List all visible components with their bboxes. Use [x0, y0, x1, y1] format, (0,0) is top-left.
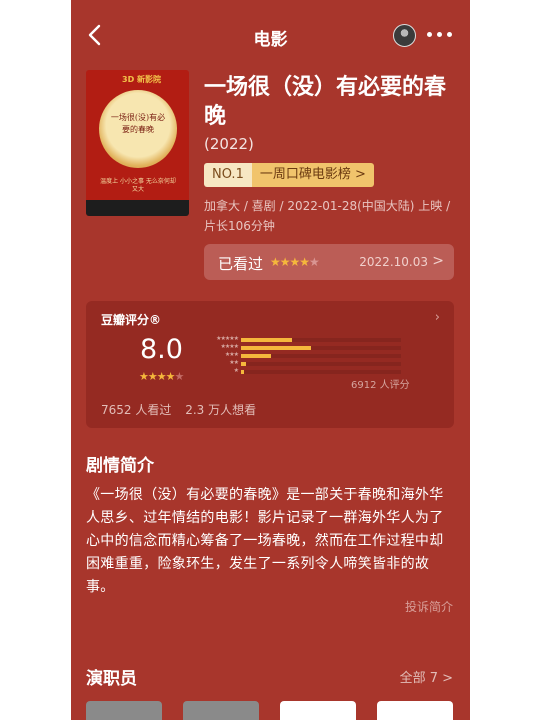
my-rating-stars: ★★★★★: [270, 255, 320, 269]
rank-number: NO.1: [204, 163, 252, 187]
app-screen: 电影 3D 新影院 一场很(没)有必要的春晚 温度上 小小之事 无么奈何却 又大…: [71, 0, 470, 720]
cast-all-link[interactable]: 全部 7 >: [400, 667, 453, 686]
watched-status-button[interactable]: 已看过 ★★★★★ 2022.10.03 >: [204, 244, 454, 280]
watched-label: 已看过: [218, 255, 264, 273]
movie-title: 一场很（没）有必要的春晚: [204, 75, 447, 129]
rating-label: 豆瓣评分®: [101, 313, 162, 327]
rating-bar-track: [241, 338, 401, 342]
rating-bar-stars: ★: [233, 367, 239, 374]
movie-year: (2022): [204, 135, 254, 153]
watch-stats: 7652 人看过 2.3 万人想看: [101, 401, 266, 418]
poster-logos: [86, 200, 189, 216]
navigation-bar: 电影: [71, 0, 470, 70]
rating-bar-fill: [241, 354, 272, 358]
rank-list-link: 一周口碑电影榜 >: [251, 163, 374, 187]
movie-meta: 加拿大 / 喜剧 / 2022-01-28(中国大陆) 上映 / 片长106分钟: [204, 199, 451, 233]
rating-distribution: ★★★★★ ★★★★ ★★★ ★★ ★: [202, 335, 422, 376]
watched-date: 2022.10.03: [359, 255, 428, 269]
watched-count: 7652 人看过: [101, 403, 172, 417]
rating-count: 6912 人评分: [351, 380, 410, 391]
movie-poster[interactable]: 3D 新影院 一场很(没)有必要的春晚 温度上 小小之事 无么奈何却 又大: [86, 70, 189, 216]
rating-bar-stars: ★★★★: [220, 343, 239, 350]
avatar[interactable]: [393, 24, 416, 47]
report-synopsis-link[interactable]: 投诉简介: [405, 598, 453, 615]
rating-bar-row: ★: [202, 367, 422, 376]
rank-badge[interactable]: NO.1 一周口碑电影榜 >: [204, 163, 374, 187]
rating-bar-stars: ★★★★★: [216, 335, 239, 342]
cast-photo[interactable]: [183, 701, 259, 720]
rating-bar-fill: [241, 346, 312, 350]
rating-bar-track: [241, 370, 401, 374]
rating-bar-fill: [241, 362, 246, 366]
poster-title: 一场很(没)有必要的春晚: [110, 113, 166, 134]
cast-heading: 演职员: [86, 669, 137, 689]
rating-score: 8.0: [140, 334, 183, 365]
chevron-right-icon: ›: [434, 310, 440, 325]
cast-photo[interactable]: [280, 701, 356, 720]
cast-photo[interactable]: [86, 701, 162, 720]
rating-stars: ★★★★★: [139, 370, 184, 383]
rating-card[interactable]: 豆瓣评分® › 8.0 ★★★★★ ★★★★★ ★★★★ ★★★ ★★ ★ 6912 人…: [86, 301, 454, 428]
chevron-right-icon: >: [432, 253, 444, 269]
synopsis-text: 《一场很（没）有必要的春晚》是一部关于春晚和海外华人思乡、过年情结的电影！影片记…: [86, 487, 444, 595]
cast-photo[interactable]: [377, 701, 453, 720]
rating-bar-stars: ★★★: [224, 351, 239, 358]
poster-tagline: 温度上 小小之事 无么奈何却 又大: [100, 178, 176, 193]
rating-bar-fill: [241, 370, 245, 374]
rating-bar-stars: ★★: [229, 359, 239, 366]
want-count: 2.3 万人想看: [185, 403, 257, 417]
poster-brand: 3D 新影院: [122, 75, 161, 84]
rating-bar-fill: [241, 338, 293, 342]
synopsis-heading: 剧情简介: [86, 456, 154, 476]
rating-bar-track: [241, 346, 401, 350]
more-dots-icon[interactable]: [427, 22, 453, 46]
rating-bar-track: [241, 354, 401, 358]
rating-bar-track: [241, 362, 401, 366]
